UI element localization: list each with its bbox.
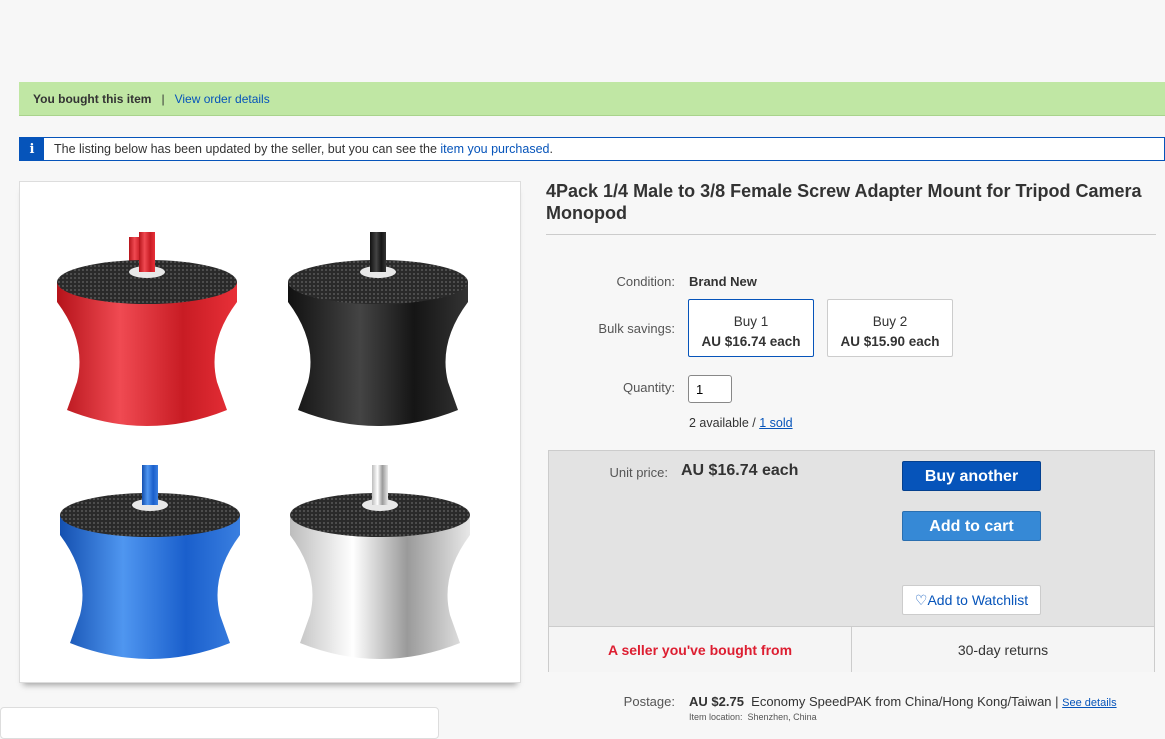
availability: 2 available / 1 sold	[689, 416, 793, 430]
postage-service: Economy SpeedPAK from China/Hong Kong/Ta…	[751, 694, 1059, 709]
bulk-option-buy-2[interactable]: Buy 2 AU $15.90 each	[827, 299, 953, 357]
product-photo	[57, 232, 470, 659]
postage-price: AU $2.75	[689, 694, 744, 709]
purchase-banner-separator: |	[161, 91, 165, 106]
item-purchased-link[interactable]: item you purchased	[440, 142, 549, 156]
bulk-savings-label: Bulk savings:	[598, 321, 675, 336]
postage-label: Postage:	[623, 694, 675, 709]
condition-value: Brand New	[689, 274, 757, 289]
unit-price-label: Unit price:	[609, 465, 668, 480]
see-details-link[interactable]: See details	[1062, 697, 1116, 709]
black-adapter	[288, 232, 468, 426]
bulk-option-price: AU $15.90 each	[840, 334, 940, 349]
quantity-label: Quantity:	[622, 380, 675, 395]
seller-note: A seller you've bought from	[549, 627, 852, 672]
blue-adapter	[60, 465, 240, 659]
item-location-label: Item location:	[689, 712, 743, 722]
bulk-option-buy-1[interactable]: Buy 1 AU $16.74 each	[688, 299, 814, 357]
product-title: 4Pack 1/4 Male to 3/8 Female Screw Adapt…	[546, 180, 1156, 235]
silver-adapter	[290, 465, 470, 659]
bulk-option-price: AU $16.74 each	[701, 334, 801, 349]
notice-text: The listing below has been updated by th…	[54, 142, 437, 156]
watchlist-label: Add to Watchlist	[927, 592, 1029, 608]
unit-price-value: AU $16.74 each	[681, 462, 799, 479]
heart-icon: ♡	[914, 592, 928, 608]
quantity-input[interactable]	[688, 375, 732, 403]
add-to-watchlist-button[interactable]: ♡Add to Watchlist	[902, 585, 1041, 615]
postage-info: AU $2.75 Economy SpeedPAK from China/Hon…	[689, 694, 1117, 709]
notice-suffix: .	[549, 142, 553, 156]
sold-count-link[interactable]: 1 sold	[759, 416, 792, 430]
item-location-value: Shenzhen, China	[747, 712, 817, 722]
buy-another-button[interactable]: Buy another	[902, 461, 1041, 491]
add-to-cart-button[interactable]: Add to cart	[902, 511, 1041, 541]
purchase-banner: You bought this item | View order detail…	[19, 82, 1165, 116]
listing-updated-notice: i The listing below has been updated by …	[19, 137, 1165, 161]
purchase-banner-text: You bought this item	[33, 91, 152, 106]
bulk-option-qty: Buy 2	[872, 314, 908, 329]
bottom-panel	[0, 707, 439, 739]
item-location: Item location: Shenzhen, China	[689, 712, 817, 722]
info-icon: i	[20, 138, 44, 160]
available-count: 2 available /	[689, 416, 760, 430]
red-adapter	[57, 232, 237, 426]
bulk-option-qty: Buy 1	[733, 314, 769, 329]
product-image[interactable]	[19, 181, 521, 683]
view-order-details-link[interactable]: View order details	[175, 92, 270, 106]
returns-policy: 30-day returns	[957, 641, 1049, 658]
condition-label: Condition:	[616, 274, 675, 289]
seller-info-strip: A seller you've bought from 30-day retur…	[549, 626, 1154, 672]
